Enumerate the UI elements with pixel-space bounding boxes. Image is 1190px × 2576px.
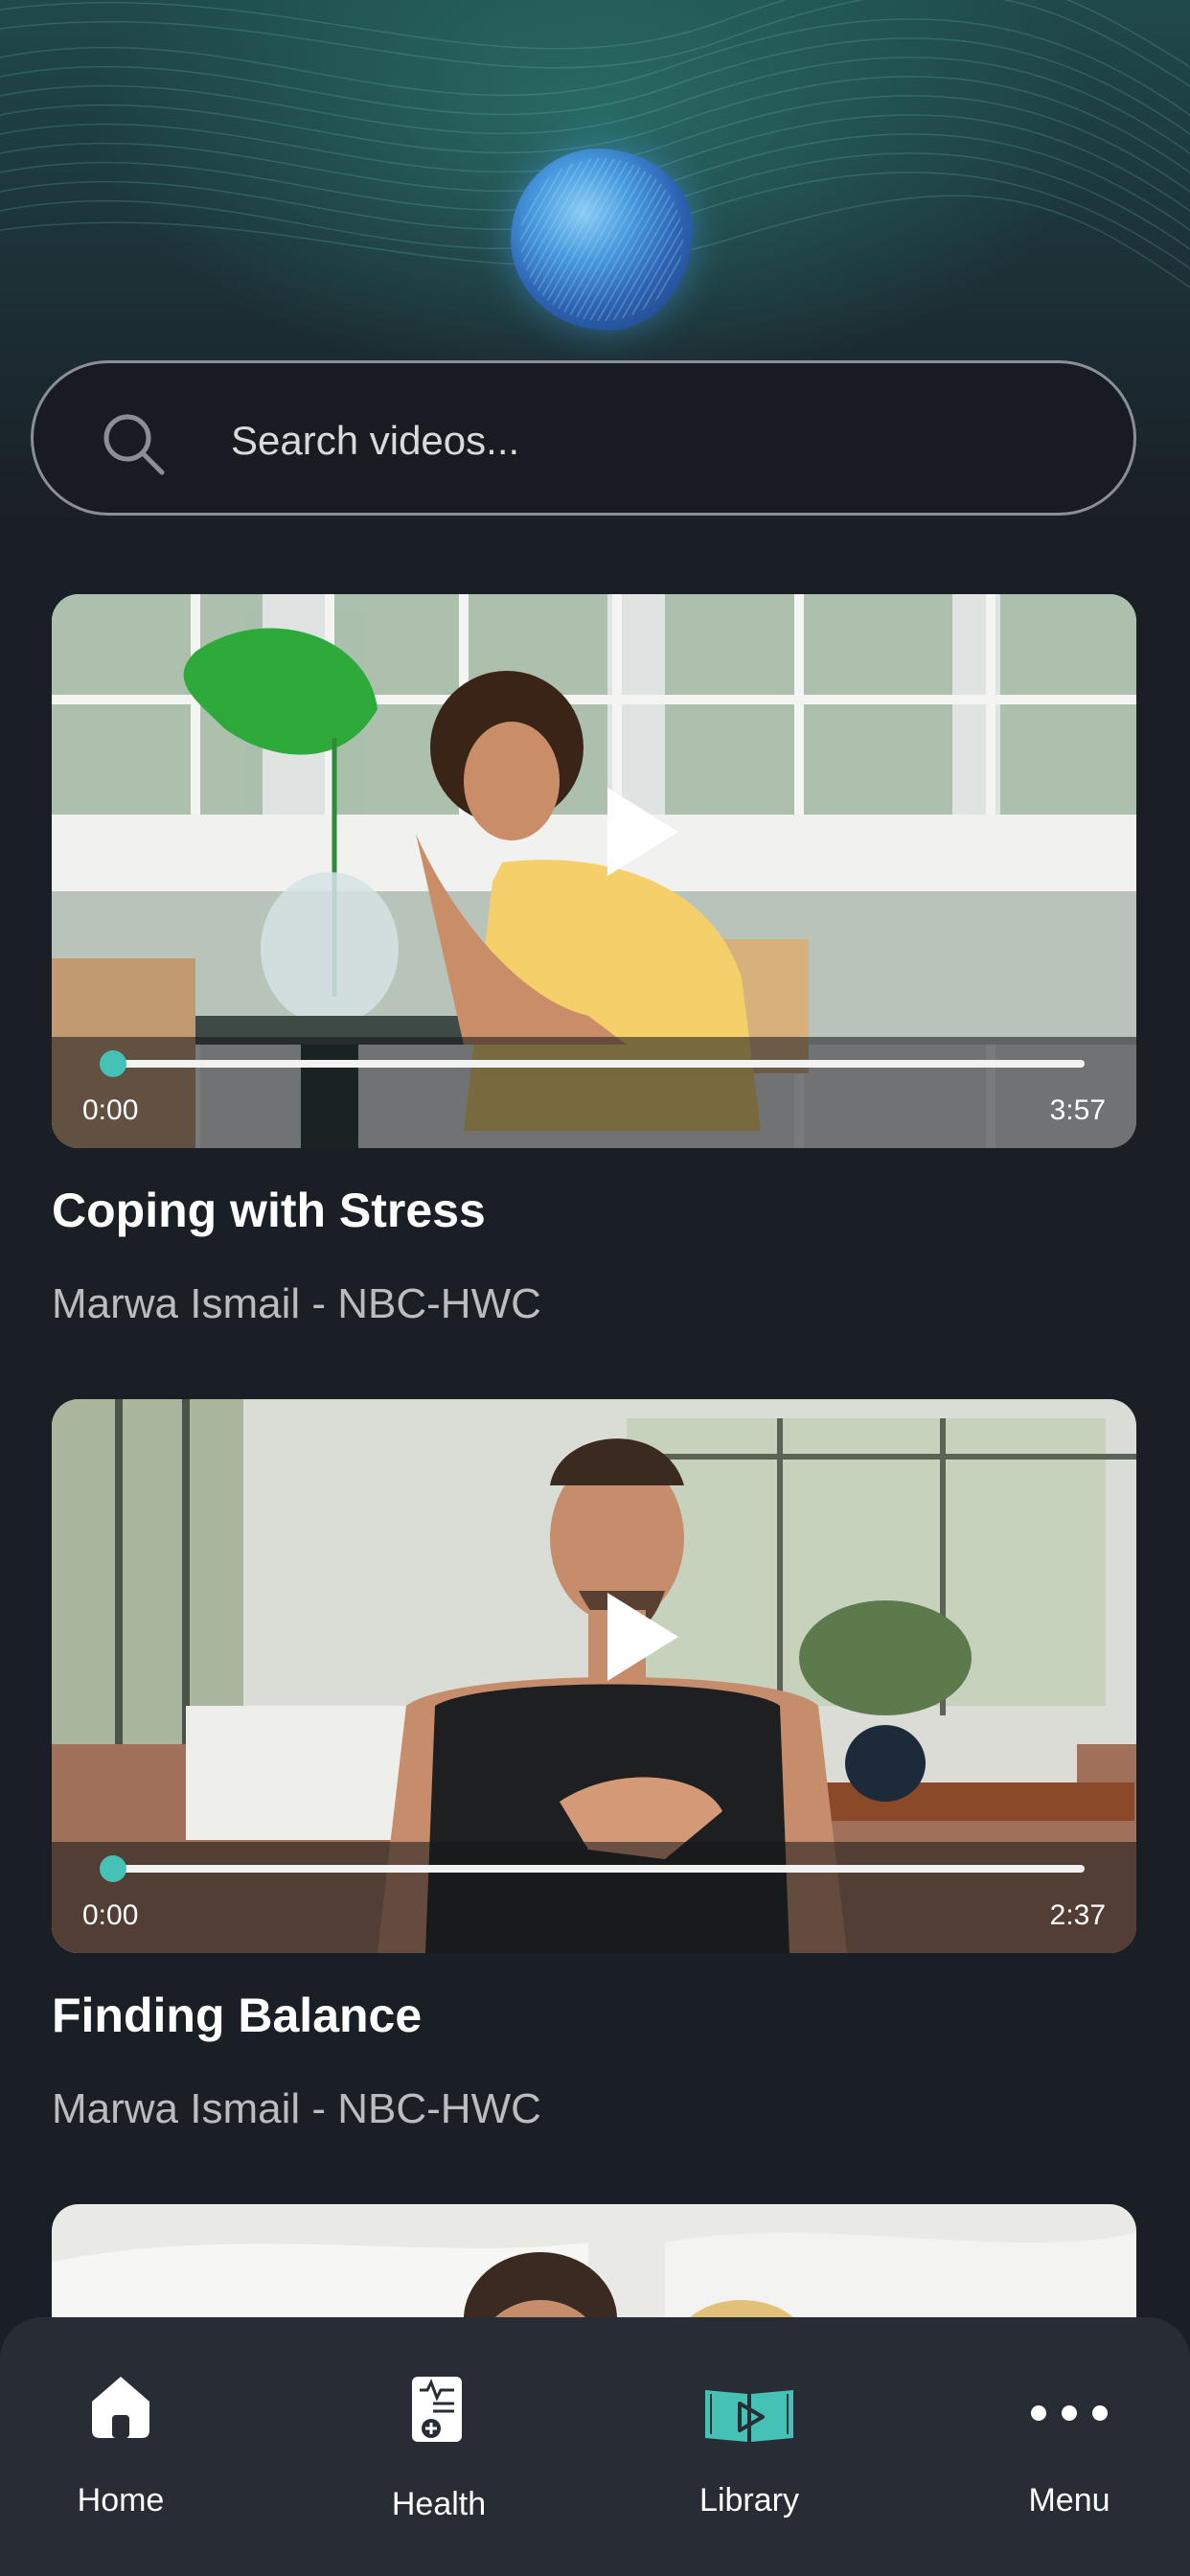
- video-library-icon: [705, 2390, 793, 2442]
- home-icon: [92, 2377, 149, 2438]
- search-icon: [103, 414, 165, 475]
- nav-item-menu[interactable]: Menu: [954, 2317, 1184, 2576]
- current-time: 0:00: [82, 1899, 139, 1931]
- nav-label: Health: [391, 2486, 487, 2522]
- health-record-icon: [412, 2377, 462, 2442]
- playback-controls: 0:00 3:57: [52, 1037, 1136, 1148]
- search-bar[interactable]: [31, 360, 1136, 516]
- nav-item-health[interactable]: Health: [324, 2317, 554, 2576]
- play-button[interactable]: [607, 788, 678, 876]
- progress-track[interactable]: [111, 1060, 1085, 1068]
- duration: 3:57: [1049, 1094, 1106, 1126]
- video-card[interactable]: 0:00 3:57 Coping with Stress Marwa Ismai…: [52, 594, 1136, 1327]
- more-dots-icon: [1031, 2405, 1108, 2421]
- nav-label: Menu: [1028, 2482, 1110, 2518]
- progress-scrubber[interactable]: [100, 1050, 126, 1077]
- current-time: 0:00: [82, 1094, 139, 1126]
- duration: 2:37: [1049, 1899, 1106, 1931]
- video-player[interactable]: 0:00 3:57: [52, 594, 1136, 1148]
- video-library-screen: 0:00 3:57 Coping with Stress Marwa Ismai…: [0, 0, 1190, 2576]
- video-title[interactable]: Coping with Stress: [52, 1183, 486, 1238]
- nav-item-library[interactable]: Library: [634, 2317, 864, 2576]
- video-author: Marwa Ismail - NBC-HWC: [52, 2085, 541, 2132]
- glowing-orb-graphic: [511, 149, 693, 331]
- progress-track[interactable]: [111, 1865, 1085, 1873]
- nav-item-home[interactable]: Home: [6, 2317, 236, 2576]
- play-button[interactable]: [607, 1593, 678, 1681]
- nav-label: Library: [699, 2482, 799, 2518]
- playback-controls: 0:00 2:37: [52, 1842, 1136, 1953]
- video-title[interactable]: Finding Balance: [52, 1988, 422, 2043]
- nav-label: Home: [77, 2482, 165, 2518]
- bottom-navigation-bar: Home Health Library Menu: [0, 2317, 1190, 2576]
- video-card[interactable]: 0:00 2:37 Finding Balance Marwa Ismail -…: [52, 1399, 1136, 2132]
- progress-scrubber[interactable]: [100, 1855, 126, 1882]
- video-author: Marwa Ismail - NBC-HWC: [52, 1280, 541, 1327]
- search-input[interactable]: [229, 405, 1076, 476]
- video-player[interactable]: 0:00 2:37: [52, 1399, 1136, 1953]
